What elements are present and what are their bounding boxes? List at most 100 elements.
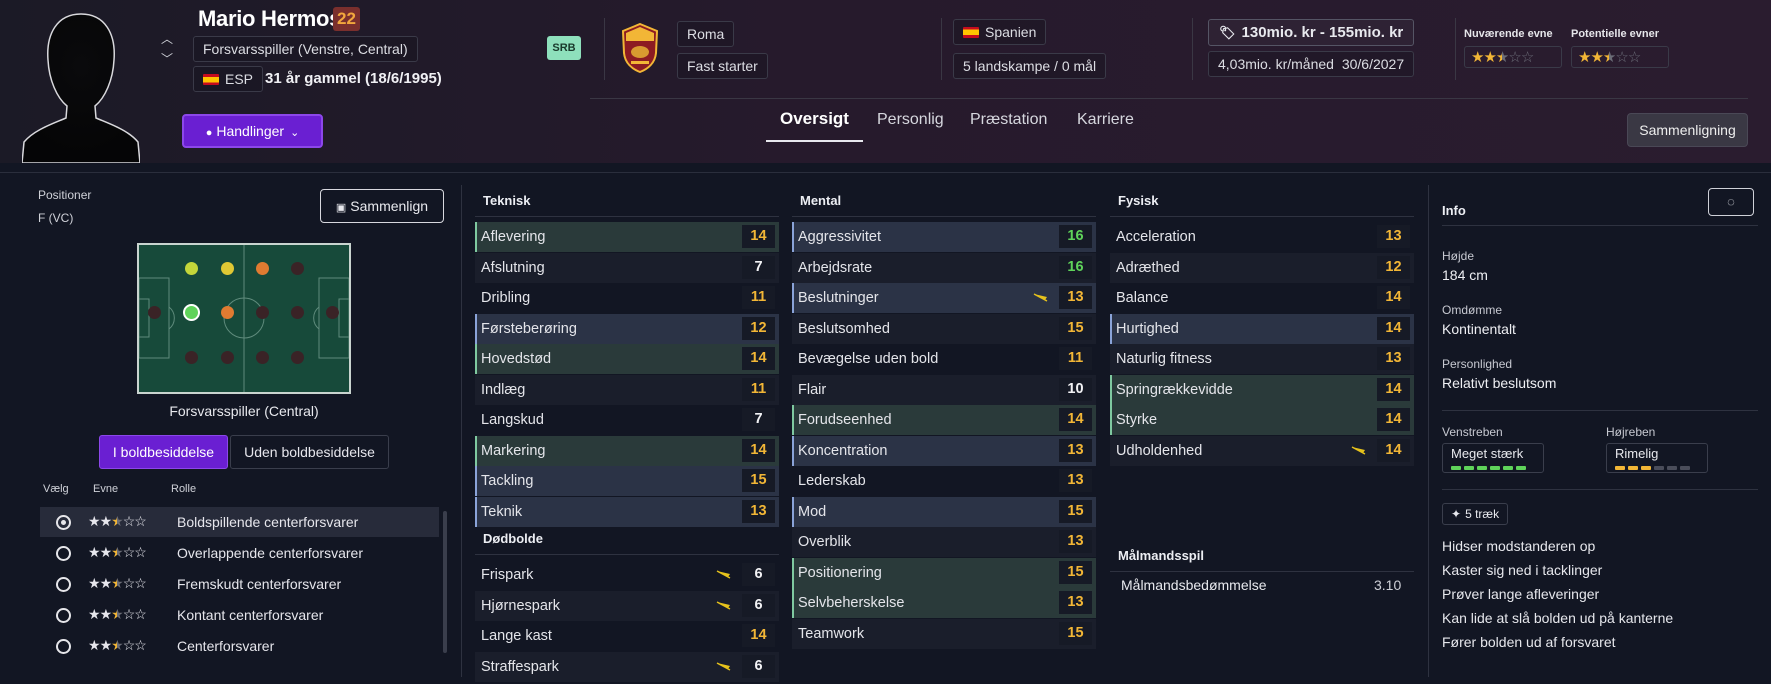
- attribute-name: Afslutning: [481, 259, 545, 276]
- profile-settings-icon[interactable]: ◌: [1708, 188, 1754, 216]
- club-name-pill[interactable]: Roma: [677, 21, 735, 47]
- attribute-row[interactable]: Indlæg 11: [475, 374, 779, 405]
- right-foot-label: Højreben: [1606, 425, 1656, 439]
- attribute-row[interactable]: Afslutning 7: [475, 252, 779, 283]
- set-pieces-title: Dødbolde: [483, 531, 543, 546]
- position-dot-dc-selected[interactable]: [183, 304, 200, 321]
- national-team-pill[interactable]: Spanien: [953, 19, 1047, 45]
- position-dot-dr[interactable]: [185, 351, 198, 364]
- attribute-row[interactable]: Udholdenhed 14: [1110, 435, 1414, 466]
- attribute-row[interactable]: Flair 10: [792, 374, 1096, 405]
- attribute-row[interactable]: Koncentration 13: [792, 435, 1096, 466]
- in-possession-toggle[interactable]: I boldbesiddelse: [99, 435, 228, 469]
- attribute-row[interactable]: Langskud 7: [475, 405, 779, 435]
- attribute-row[interactable]: Teknik 13: [475, 496, 779, 527]
- goalkeeper-rating-label: Målmandsbedømmelse: [1121, 577, 1267, 593]
- next-player-chevron-down-icon[interactable]: ﹀: [160, 52, 174, 66]
- attribute-row[interactable]: Positionering 15: [792, 557, 1096, 588]
- attribute-name: Aggressivitet: [798, 229, 882, 245]
- attribute-value: 14: [1377, 438, 1410, 462]
- overview-panel: Positioner F (VC) ▣ Sammenlign Forsvarssp…: [0, 172, 1771, 684]
- out-of-possession-toggle[interactable]: Uden boldbesiddelse: [230, 435, 389, 469]
- position-dot-amc[interactable]: [291, 262, 304, 275]
- attribute-row[interactable]: Springrækkevidde 14: [1110, 374, 1414, 405]
- attribute-row[interactable]: Forudseenhed 14: [792, 405, 1096, 435]
- attribute-row[interactable]: Styrke 14: [1110, 405, 1414, 435]
- tab-career[interactable]: Karriere: [1077, 111, 1134, 129]
- attribute-value: 11: [742, 286, 775, 309]
- previous-player-chevron-up-icon[interactable]: ︿: [160, 32, 174, 46]
- potential-ability-stars: ★★★☆☆: [1571, 46, 1669, 68]
- club-crest-icon[interactable]: [621, 23, 659, 73]
- position-pitch[interactable]: [137, 243, 351, 394]
- attribute-row[interactable]: Adræthed 12: [1110, 252, 1414, 283]
- role-radio[interactable]: [56, 546, 71, 561]
- attribute-row[interactable]: Aflevering 14: [475, 222, 779, 252]
- attribute-row[interactable]: Frispark 6: [475, 560, 779, 590]
- roles-scrollbar[interactable]: [443, 511, 447, 653]
- attribute-row[interactable]: Balance 14: [1110, 283, 1414, 313]
- position-dot-am[interactable]: [291, 306, 304, 319]
- role-radio[interactable]: [56, 639, 71, 654]
- position-dot-mc[interactable]: [256, 262, 269, 275]
- attribute-value: 6: [742, 593, 775, 617]
- role-row[interactable]: ★★★☆☆ Centerforsvarer: [40, 631, 439, 661]
- role-row[interactable]: ★★★☆☆ Boldspillende centerforsvarer: [40, 507, 439, 537]
- position-dot-dmc[interactable]: [221, 262, 234, 275]
- positions-compare-button[interactable]: ▣ Sammenlign: [320, 189, 444, 223]
- attribute-name: Naturlig fitness: [1116, 351, 1212, 367]
- attribute-row[interactable]: Aggressivitet 16: [792, 222, 1096, 252]
- attribute-row[interactable]: Hurtighed 14: [1110, 313, 1414, 344]
- attribute-row[interactable]: Tackling 15: [475, 466, 779, 496]
- position-dot-mr[interactable]: [256, 351, 269, 364]
- attribute-row[interactable]: Hjørnespark 6: [475, 590, 779, 621]
- attribute-row[interactable]: Teamwork 15: [792, 618, 1096, 649]
- attribute-row[interactable]: Mod 15: [792, 496, 1096, 527]
- role-radio[interactable]: [56, 608, 71, 623]
- tab-performance[interactable]: Præstation: [970, 111, 1047, 129]
- attribute-row[interactable]: Hovedstød 14: [475, 344, 779, 374]
- attribute-row[interactable]: Acceleration 13: [1110, 222, 1414, 252]
- position-dot-wbr[interactable]: [221, 351, 234, 364]
- position-dot-st[interactable]: [326, 306, 339, 319]
- attribute-name: Indlæg: [481, 381, 526, 398]
- role-row[interactable]: ★★★☆☆ Kontant centerforsvarer: [40, 600, 439, 630]
- attribute-value: 7: [742, 255, 775, 279]
- attribute-row[interactable]: Dribling 11: [475, 283, 779, 313]
- position-dot-amr[interactable]: [291, 351, 304, 364]
- attribute-row[interactable]: Selvbeherskelse 13: [792, 588, 1096, 618]
- actions-button[interactable]: ● Handlinger ⌄: [182, 114, 323, 148]
- attribute-value: 15: [1059, 316, 1092, 340]
- mental-title: Mental: [800, 193, 842, 208]
- role-row[interactable]: ★★★☆☆ Overlappende centerforsvarer: [40, 538, 439, 568]
- attribute-row[interactable]: Overblik 13: [792, 527, 1096, 557]
- compare-button[interactable]: Sammenligning: [1627, 113, 1748, 147]
- divider: [1442, 225, 1758, 226]
- attribute-row[interactable]: Beslutninger 13: [792, 283, 1096, 313]
- reputation-value: Kontinentalt: [1442, 321, 1516, 337]
- tab-overview[interactable]: Oversigt: [780, 109, 849, 129]
- traits-button[interactable]: ✦ 5 træk: [1442, 503, 1509, 525]
- position-dot-dml[interactable]: [185, 262, 198, 275]
- position-dot-gk[interactable]: [148, 306, 161, 319]
- attribute-row[interactable]: Straffespark 6: [475, 651, 779, 682]
- trend-arrow-icon: [1351, 445, 1366, 455]
- caps-pill: 5 landskampe / 0 mål: [953, 53, 1107, 79]
- attribute-row[interactable]: Lange kast 14: [475, 621, 779, 651]
- role-radio[interactable]: [56, 577, 71, 592]
- attribute-row[interactable]: Markering 14: [475, 435, 779, 466]
- tab-personal[interactable]: Personlig: [877, 111, 944, 129]
- position-dot-m[interactable]: [256, 306, 269, 319]
- attribute-row[interactable]: Bevægelse uden bold 11: [792, 344, 1096, 374]
- attribute-value: 11: [742, 377, 775, 401]
- star-rating: ★★★☆☆: [1471, 49, 1534, 66]
- role-row[interactable]: ★★★☆☆ Fremskudt centerforsvarer: [40, 569, 439, 599]
- price-tag-icon: 🏷: [1219, 25, 1236, 40]
- attribute-row[interactable]: Naturlig fitness 13: [1110, 344, 1414, 374]
- role-radio[interactable]: [56, 515, 71, 530]
- attribute-row[interactable]: Arbejdsrate 16: [792, 252, 1096, 283]
- attribute-row[interactable]: Lederskab 13: [792, 466, 1096, 496]
- attribute-row[interactable]: Førsteberøring 12: [475, 313, 779, 344]
- position-dot-dm[interactable]: [221, 306, 234, 319]
- attribute-row[interactable]: Beslutsomhed 15: [792, 313, 1096, 344]
